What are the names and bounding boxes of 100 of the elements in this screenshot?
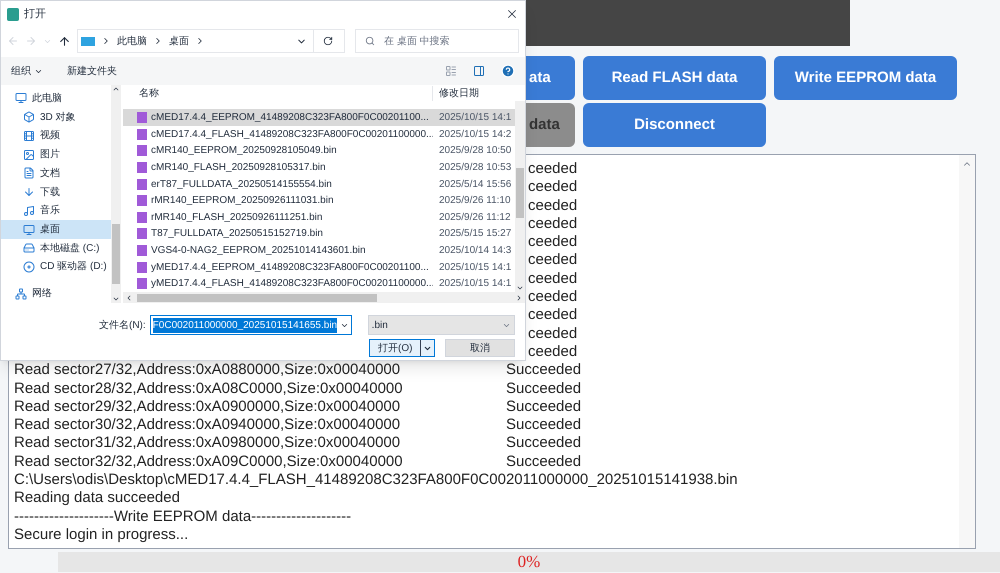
- file-name: VGS4-0-NAG2_EEPROM_20251014143601.bin: [151, 244, 366, 258]
- nav-item[interactable]: 文档: [1, 164, 111, 183]
- file-name: cMR140_EEPROM_20250928105049.bin: [151, 144, 337, 158]
- new-folder-button[interactable]: 新建文件夹: [67, 64, 117, 78]
- file-icon: [137, 228, 147, 240]
- hard-drive-icon: [23, 242, 35, 254]
- file-name: erT87_FULLDATA_20250514155554.bin: [151, 178, 332, 192]
- log-status: Succeeded: [506, 398, 582, 416]
- file-icon: [137, 212, 147, 223]
- action-button[interactable]: Write EEPROM data: [774, 56, 957, 100]
- log-line: Read sector32/32,Address:0xA09C0000,Size:0x00040000: [14, 452, 404, 472]
- nav-item[interactable]: 视频: [1, 126, 111, 146]
- log-line: Read sector28/32,Address:0xA08C0000,Size:0x00040000: [14, 380, 404, 398]
- scrollbar[interactable]: [515, 101, 525, 292]
- file-date: 2025/9/26 11:12: [438, 210, 511, 225]
- breadcrumb-item[interactable]: 此电脑: [117, 34, 147, 48]
- scroll-thumb[interactable]: [137, 294, 377, 302]
- file-name: rMR140_FLASH_20250926111251.bin: [151, 210, 322, 225]
- file-name: yMED17.4.4_FLASH_41489208C323FA800F0C00201100000...: [151, 277, 433, 292]
- file-name-field[interactable]: F0C002011000000_20251015141655.bin: [150, 315, 352, 335]
- file-row[interactable]: rMR140_FLASH_20250926111251.bin 2025/9/26 11:12: [123, 209, 515, 226]
- file-row[interactable]: erT87_FULLDATA_20250514155554.bin 2025/5/14 15:56: [123, 176, 515, 192]
- scrollbar[interactable]: [959, 155, 975, 548]
- file-row[interactable]: yMED17.4.4_FLASH_41489208C323FA800F0C00201100000... 2025/10/15 14:1: [123, 275, 515, 292]
- horizontal-scrollbar[interactable]: [123, 292, 525, 303]
- file-row[interactable]: T87_FULLDATA_20250515152719.bin 2025/5/15 15:27: [123, 226, 515, 242]
- scroll-thumb[interactable]: [516, 168, 524, 218]
- monitor-icon: [15, 92, 27, 104]
- file-name: cMED17.4.4_FLASH_41489208C323FA800F0C00201100000...: [151, 128, 433, 142]
- image-icon: [23, 148, 35, 161]
- search-field[interactable]: 在 桌面 中搜索: [355, 29, 519, 53]
- film-icon: [23, 130, 35, 142]
- log-line: Read sector31/32,Address:0xA0980000,Size:0x00040000: [14, 434, 402, 453]
- refresh-icon: [322, 36, 332, 46]
- log-status: ceeded: [528, 306, 578, 325]
- action-button[interactable]: Disconnect: [583, 103, 766, 147]
- file-row[interactable]: cMR140_EEPROM_20250928105049.bin 2025/9/28 10:50: [123, 142, 515, 160]
- log-status: ceeded: [528, 196, 578, 215]
- scroll-down-icon[interactable]: [112, 295, 120, 303]
- nav-item[interactable]: 图片: [1, 145, 111, 164]
- file-date: 2025/10/15 14:2: [438, 128, 512, 142]
- file-date: 2025/10/15 14:1: [438, 260, 512, 275]
- nav-item[interactable]: 桌面: [1, 220, 111, 239]
- file-row[interactable]: cMR140_FLASH_20250928105317.bin 2025/9/28 10:53: [123, 159, 515, 176]
- network-icon: [15, 288, 27, 300]
- cancel-button[interactable]: 取消: [445, 339, 515, 357]
- scroll-thumb[interactable]: [112, 224, 120, 284]
- action-button[interactable]: ata: [525, 56, 575, 100]
- column-header[interactable]: 修改日期: [433, 86, 525, 102]
- file-row[interactable]: rMR140_EEPROM_20250926111031.bin 2025/9/26 11:10: [123, 192, 515, 210]
- file-icon: [137, 178, 147, 190]
- nav-item[interactable]: 本地磁盘 (C:): [1, 238, 111, 258]
- file-name-label: 文件名(N):: [99, 318, 146, 332]
- disc-icon: [23, 260, 35, 273]
- column-header[interactable]: 名称: [123, 86, 433, 102]
- nav-item[interactable]: 此电脑: [1, 89, 111, 108]
- file-icon: [137, 278, 147, 290]
- address-bar[interactable]: 此电脑 桌面: [77, 29, 345, 53]
- breadcrumb-item[interactable]: 桌面: [169, 34, 189, 48]
- file-name: cMR140_FLASH_20250928105317.bin: [151, 161, 326, 176]
- app-icon: [7, 8, 19, 20]
- file-icon: [137, 262, 147, 273]
- open-button[interactable]: 打开(O): [369, 339, 435, 357]
- file-row[interactable]: cMED17.4.4_FLASH_41489208C323FA800F0C00201100000... 2025/10/15 14:2: [123, 126, 515, 143]
- nav-item[interactable]: 3D 对象: [1, 108, 111, 126]
- file-date: 2025/5/14 15:56: [438, 178, 512, 192]
- nav-item[interactable]: 下载: [1, 182, 111, 202]
- scroll-up-icon[interactable]: [112, 85, 120, 93]
- file-icon: [137, 195, 147, 206]
- file-icon: [137, 112, 147, 124]
- file-row[interactable]: yMED17.4.4_EEPROM_41489208C323FA800F0C00201100... 2025/10/15 14:1: [123, 258, 515, 276]
- pane-icon[interactable]: [473, 65, 485, 77]
- help-icon[interactable]: [501, 64, 515, 78]
- file-type-dropdown[interactable]: .bin: [368, 315, 515, 335]
- close-icon[interactable]: [505, 7, 519, 21]
- file-row[interactable]: cMED17.4.4_EEPROM_41489208C323FA800F0C00201100... 2025/10/15 14:1: [123, 109, 515, 126]
- log-status: ceeded: [528, 233, 578, 252]
- log-line: Read sector27/32,Address:0xA0880000,Size:0x00040000: [14, 361, 402, 380]
- file-icon: [137, 245, 147, 256]
- scroll-right-icon[interactable]: [515, 294, 523, 302]
- log-status: Succeeded: [506, 380, 582, 398]
- search-icon: [365, 36, 375, 46]
- log-status: ceeded: [528, 288, 578, 306]
- file-row[interactable]: VGS4-0-NAG2_EEPROM_20251014143601.bin 2025/10/14 14:3: [123, 242, 515, 259]
- scroll-left-icon[interactable]: [125, 294, 133, 302]
- nav-item[interactable]: 音乐: [1, 201, 111, 220]
- log-line: Read sector30/32,Address:0xA0940000,Size:0x00040000: [14, 416, 402, 434]
- nav-item[interactable]: 网络: [1, 284, 111, 304]
- cube-icon: [23, 111, 35, 124]
- down-arrow-icon: [23, 186, 35, 198]
- monitor-icon: [81, 36, 95, 46]
- log-status: Succeeded: [506, 361, 582, 380]
- scrollbar[interactable]: [111, 85, 121, 303]
- nav-item[interactable]: CD 驱动器 (D:): [1, 258, 111, 276]
- organize-button[interactable]: 组织: [11, 64, 43, 78]
- action-button[interactable]: Read FLASH data: [583, 56, 766, 100]
- log-line: Read sector29/32,Address:0xA0900000,Size:0x00040000: [14, 398, 402, 416]
- file-date: 2025/9/28 10:50: [438, 144, 512, 158]
- up-icon[interactable]: [58, 34, 71, 48]
- dialog-title: 打开: [24, 6, 46, 22]
